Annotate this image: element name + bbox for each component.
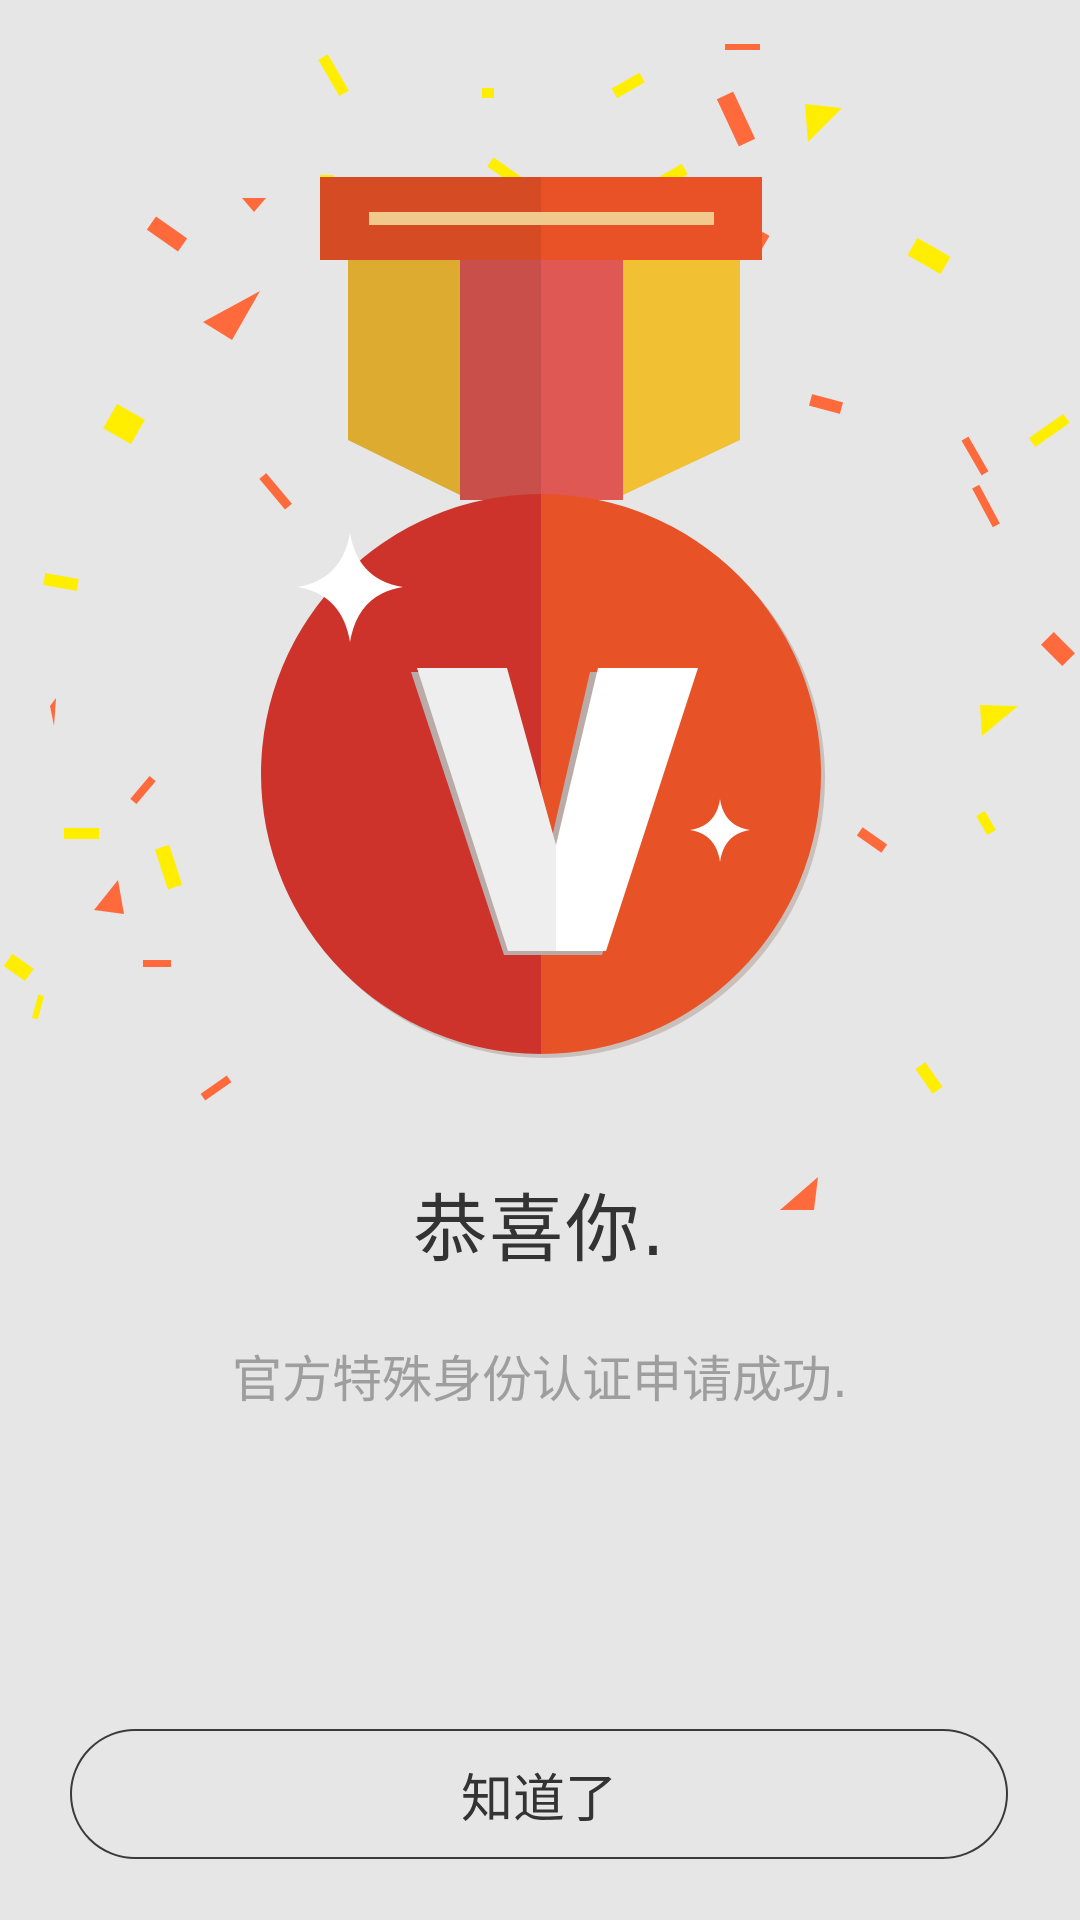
congratulations-title: 恭喜你. bbox=[413, 1187, 667, 1273]
celebration-artwork bbox=[3, 44, 1075, 1210]
got-it-button[interactable]: 知道了 bbox=[70, 1729, 1008, 1859]
medal-icon bbox=[261, 177, 825, 1058]
success-message: 官方特殊身份认证申请成功. bbox=[232, 1351, 848, 1409]
